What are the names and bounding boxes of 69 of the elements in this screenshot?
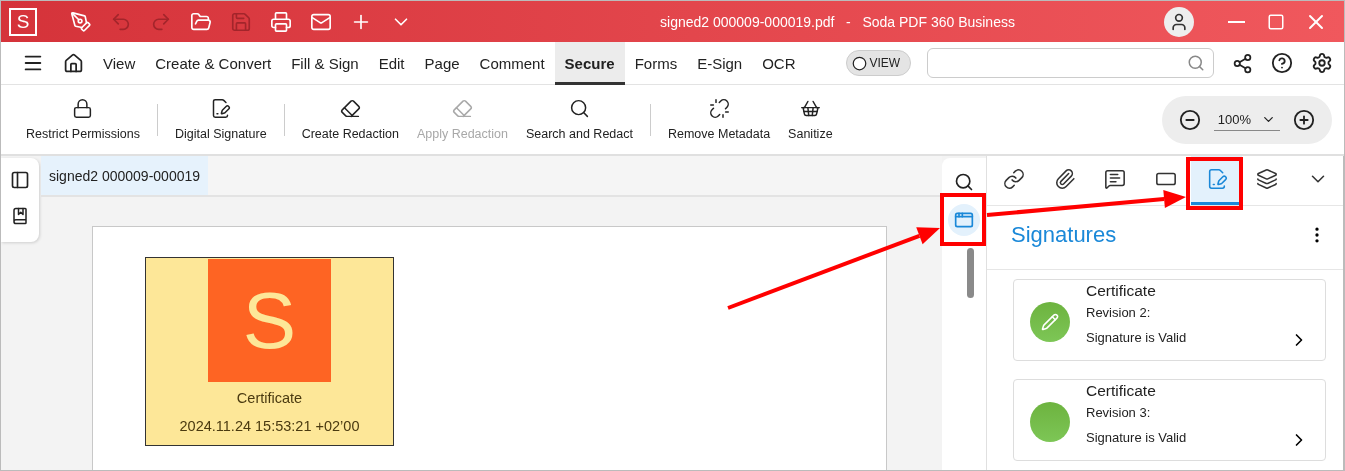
menu-tab[interactable]: Create & Convert — [145, 41, 282, 85]
search-field[interactable] — [927, 48, 1215, 78]
pen-icon — [70, 10, 92, 33]
menu-tab[interactable]: E-Sign — [687, 41, 753, 85]
signed-file-icon — [210, 98, 232, 119]
printer-icon — [270, 10, 292, 33]
stamp-logo: S — [208, 259, 331, 382]
signature-revision: Revision 2: — [1086, 305, 1152, 320]
view-toggle[interactable]: VIEW — [845, 50, 912, 76]
signature-card[interactable]: Certificate Revision 2: Signature is Valid — [1013, 279, 1326, 361]
toolbar-button[interactable]: Remove Metadata — [658, 88, 780, 151]
zoom-out-icon — [1178, 108, 1201, 131]
eraser-icon — [451, 98, 473, 119]
lock-icon — [72, 98, 94, 119]
search-icon — [954, 172, 974, 192]
zoom-in-icon — [1293, 108, 1315, 131]
signature-title: Certificate — [1086, 282, 1157, 300]
link-icon — [1003, 168, 1026, 190]
toolbar-button[interactable]: Create Redaction — [292, 88, 408, 151]
menu-tab[interactable]: View — [93, 41, 146, 85]
signature-status: Signature is Valid — [1086, 430, 1188, 445]
menu-tab[interactable]: Fill & Sign — [281, 41, 369, 85]
signature-title: Certificate — [1086, 382, 1157, 400]
highlight-frame — [1186, 157, 1243, 210]
sidebar-icon — [10, 170, 30, 190]
user-avatar-icon[interactable] — [1164, 6, 1194, 37]
pencil-icon — [1041, 313, 1059, 331]
toolbar-button[interactable]: Search and Redact — [516, 88, 642, 151]
stamp-date: 2024.11.24 15:53:21 +02’00 — [179, 418, 360, 434]
toolbar-button[interactable]: Digital Signature — [165, 88, 276, 151]
menu-tab[interactable]: Secure — [554, 41, 625, 85]
help-icon — [1271, 52, 1293, 74]
search-icon — [568, 98, 590, 119]
broken-link-icon — [708, 98, 730, 119]
basket-icon — [799, 98, 821, 119]
menu-tab[interactable]: Page — [414, 41, 470, 85]
share-icon — [1231, 52, 1253, 74]
signature-status: Signature is Valid — [1086, 330, 1188, 345]
folder-icon — [190, 10, 212, 33]
toolbar-button[interactable]: Sanitize — [779, 88, 842, 151]
toolbar-button[interactable]: Restrict Permissions — [17, 88, 149, 151]
menu-tab[interactable]: Forms — [624, 41, 688, 85]
save-icon — [230, 10, 252, 33]
panel-title: Signatures — [1011, 221, 1118, 248]
minimize-icon — [1227, 20, 1245, 23]
menu-tab[interactable]: Edit — [368, 41, 415, 85]
zoom-dropdown[interactable]: 100% — [1213, 108, 1281, 131]
settings-icon — [1311, 52, 1333, 74]
scrollbar-thumb[interactable] — [966, 248, 974, 298]
home-icon — [62, 52, 84, 74]
paperclip-icon — [1053, 168, 1076, 190]
menu-tab[interactable]: OCR — [752, 41, 806, 85]
maximize-icon — [1267, 12, 1285, 31]
menu-tab[interactable]: Comment — [469, 41, 555, 85]
panel-icon — [954, 210, 974, 230]
window-title: signed2 000009-000019.pdf - Soda PDF 360 Business — [659, 13, 1016, 30]
layers-icon — [1256, 168, 1279, 190]
signature-revision: Revision 3: — [1086, 405, 1152, 420]
signature-card[interactable]: Certificate Revision 3: Signature is Valid — [1013, 379, 1326, 461]
radio-icon — [851, 55, 867, 71]
comment-icon — [1104, 168, 1127, 190]
panel-button[interactable] — [948, 204, 980, 236]
document-tab[interactable]: signed2 000009-000019 — [41, 156, 209, 195]
highlight-frame — [940, 193, 986, 246]
bookmark-icon — [11, 207, 29, 225]
stamp-label: Certificate — [236, 390, 303, 406]
eraser-icon — [339, 98, 361, 119]
search-icon — [1187, 54, 1206, 72]
app-logo: S — [9, 7, 37, 36]
